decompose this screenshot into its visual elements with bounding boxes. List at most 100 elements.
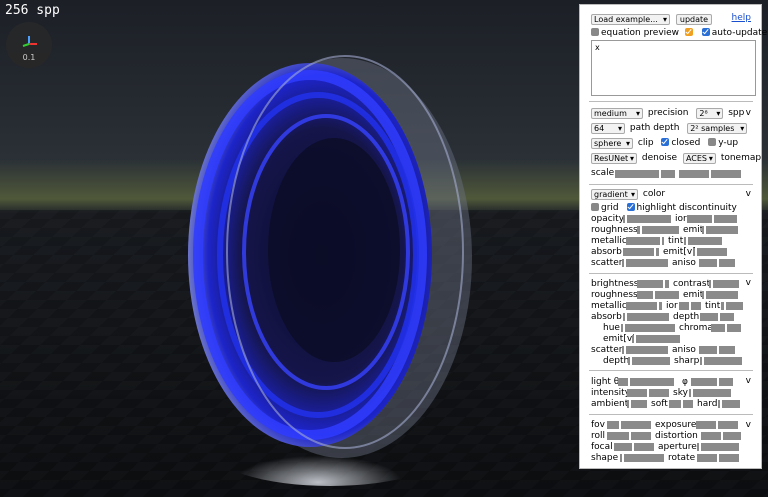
- divider: [589, 370, 753, 371]
- tint-slider[interactable]: [684, 236, 722, 246]
- brightness-slider[interactable]: [637, 279, 669, 289]
- collapse-light[interactable]: v: [746, 376, 751, 386]
- adj-scatter-label: scatter: [591, 345, 623, 355]
- highlight-label: highlight discontinuity: [636, 203, 737, 213]
- y-up-checkbox[interactable]: [708, 137, 717, 146]
- sharp-slider[interactable]: [700, 356, 742, 366]
- light-theta-slider[interactable]: [618, 377, 674, 387]
- opacity-slider[interactable]: [623, 214, 671, 224]
- adj-emit-slider[interactable]: [702, 290, 738, 300]
- roughness-slider[interactable]: [637, 225, 679, 235]
- color-label: color: [642, 189, 666, 199]
- grid-checkbox[interactable]: [591, 202, 599, 211]
- equation-preview-label: equation preview: [601, 28, 680, 38]
- emit-label: emit: [683, 225, 704, 235]
- samples-select[interactable]: 2² samples: [687, 123, 748, 134]
- clip-select[interactable]: sphere: [591, 138, 633, 149]
- collapse-render[interactable]: v: [746, 108, 751, 118]
- metallic-slider[interactable]: [626, 236, 664, 246]
- help-link[interactable]: help: [732, 13, 751, 23]
- adj-metallic-slider[interactable]: [626, 301, 662, 311]
- update-button[interactable]: update: [675, 14, 713, 25]
- adj-roughness-slider[interactable]: [637, 290, 679, 300]
- precision-select[interactable]: medium: [591, 108, 643, 119]
- focal-slider[interactable]: [614, 442, 654, 452]
- grid-label: grid: [601, 203, 619, 213]
- rotate-label: rotate: [668, 453, 696, 463]
- adj-absorb-label: absorb: [591, 312, 622, 322]
- adj-emit-label: emit: [683, 290, 704, 300]
- distortion-slider[interactable]: [701, 431, 741, 441]
- adj-emit-v-label: emit[v]: [603, 334, 636, 344]
- fov-slider[interactable]: [607, 420, 651, 430]
- adj-depth-slider[interactable]: [700, 312, 734, 322]
- closed-checkbox[interactable]: [661, 137, 670, 146]
- scale-label: scale: [591, 168, 615, 178]
- adj-aniso-slider[interactable]: [699, 345, 735, 355]
- hue-label: hue: [603, 323, 620, 333]
- intensity-slider[interactable]: [627, 388, 669, 398]
- metallic-label: metallic: [591, 236, 627, 246]
- sharp-label: sharp: [674, 356, 700, 366]
- adj-tint-slider[interactable]: [721, 301, 743, 311]
- scale-slider-min[interactable]: [615, 169, 675, 179]
- tonemap-label: tonemap: [720, 153, 762, 163]
- equation-input[interactable]: x: [591, 40, 756, 96]
- divider: [589, 273, 753, 274]
- aperture-slider[interactable]: [697, 442, 739, 452]
- emit-v-label: emit[v]: [663, 247, 696, 257]
- scale-slider-max[interactable]: [679, 169, 741, 179]
- distortion-label: distortion: [655, 431, 698, 441]
- scatter-slider[interactable]: [622, 258, 668, 268]
- exposure-slider[interactable]: [696, 420, 738, 430]
- equation-preview-checkbox[interactable]: [591, 27, 599, 36]
- adj-ior-slider[interactable]: [679, 301, 701, 311]
- denoise-select[interactable]: ResUNet: [591, 153, 637, 164]
- light-phi-label: φ: [682, 377, 688, 387]
- roll-slider[interactable]: [607, 431, 651, 441]
- aperture-label: aperture: [658, 442, 697, 452]
- chroma-slider[interactable]: [711, 323, 741, 333]
- equation-preview-toggle[interactable]: [684, 27, 693, 36]
- emit-v-slider[interactable]: [693, 247, 727, 257]
- path-depth-label: path depth: [629, 123, 680, 133]
- divider: [589, 414, 753, 415]
- contrast-slider[interactable]: [709, 279, 739, 289]
- ior-label: ior: [675, 214, 687, 224]
- intensity-label: intensity: [591, 388, 631, 398]
- divider: [589, 184, 753, 185]
- auto-update-checkbox[interactable]: [701, 27, 710, 36]
- load-example-select[interactable]: Load example...: [591, 14, 670, 25]
- path-depth-select[interactable]: 64: [591, 123, 625, 134]
- light-phi-slider[interactable]: [691, 377, 733, 387]
- soft-slider[interactable]: [669, 399, 693, 409]
- ior-slider[interactable]: [687, 214, 737, 224]
- ambient-slider[interactable]: [627, 399, 647, 409]
- axis-gizmo[interactable]: 0.1: [6, 22, 52, 68]
- brightness-label: brightness: [591, 279, 639, 289]
- adj-tint-label: tint: [705, 301, 721, 311]
- adj-absorb-slider[interactable]: [623, 312, 669, 322]
- spp-select[interactable]: 2⁸: [696, 108, 724, 119]
- collapse-camera[interactable]: v: [746, 420, 751, 430]
- collapse-adjust[interactable]: v: [746, 278, 751, 288]
- absorb-slider[interactable]: [623, 247, 659, 257]
- adj-depth2-slider[interactable]: [628, 356, 670, 366]
- aniso-slider[interactable]: [699, 258, 735, 268]
- tonemap-select[interactable]: ACES: [682, 153, 716, 164]
- rotate-slider[interactable]: [697, 453, 739, 463]
- hue-slider[interactable]: [621, 323, 675, 333]
- color-mode-select[interactable]: gradient: [591, 189, 638, 200]
- scatter-label: scatter: [591, 258, 623, 268]
- adj-depth2-label: depth: [603, 356, 630, 366]
- shape-slider[interactable]: [620, 453, 664, 463]
- sky-slider[interactable]: [689, 388, 731, 398]
- collapse-color[interactable]: v: [746, 189, 751, 199]
- emit-slider[interactable]: [702, 225, 738, 235]
- sky-label: sky: [673, 388, 688, 398]
- hard-slider[interactable]: [718, 399, 740, 409]
- adj-emit-v-slider[interactable]: [632, 334, 680, 344]
- light-theta-label: light θ: [591, 377, 620, 387]
- adj-scatter-slider[interactable]: [622, 345, 668, 355]
- highlight-checkbox[interactable]: [626, 202, 635, 211]
